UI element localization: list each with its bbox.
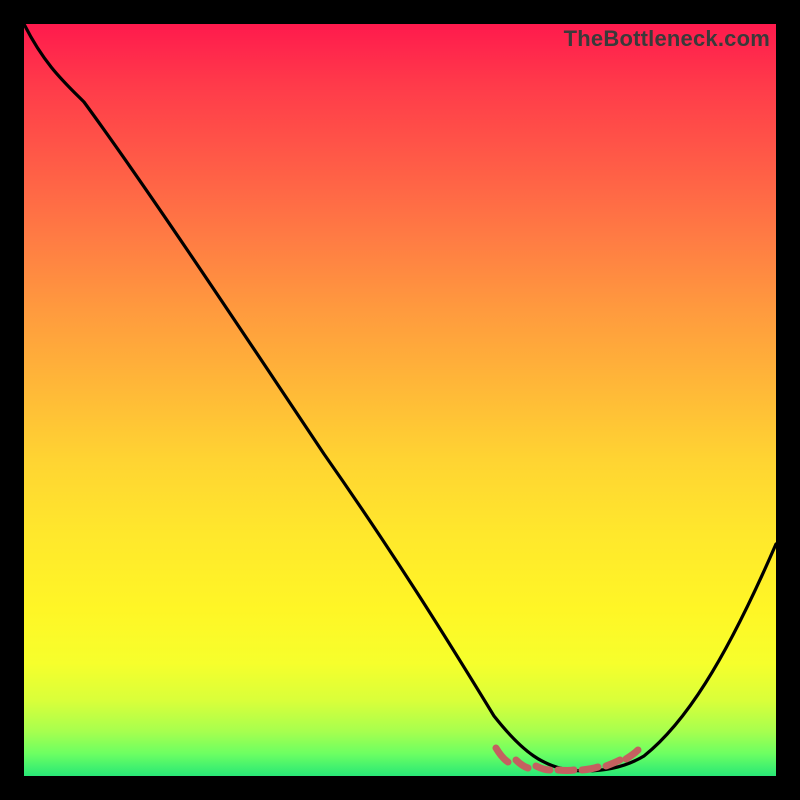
bottleneck-chart bbox=[24, 24, 776, 776]
chart-frame: TheBottleneck.com bbox=[24, 24, 776, 776]
bottleneck-curve-path bbox=[24, 24, 776, 771]
